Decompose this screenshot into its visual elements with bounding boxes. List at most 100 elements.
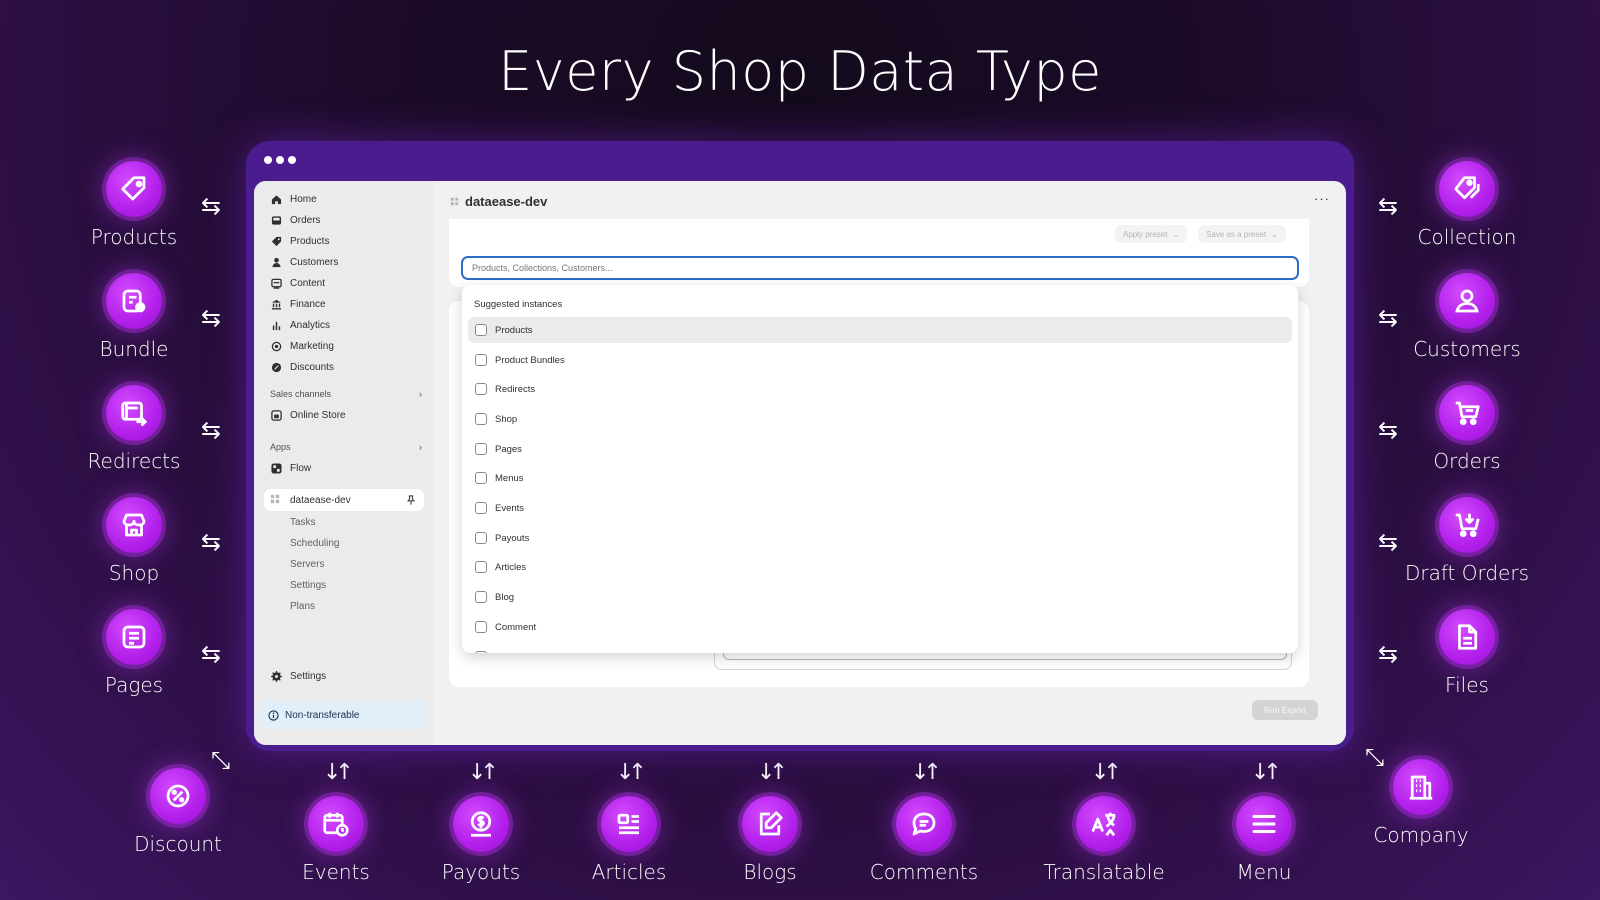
checkbox[interactable] <box>475 443 487 455</box>
sidebar-item-label: Discounts <box>290 361 334 373</box>
run-export-button[interactable]: Run Export <box>1252 700 1318 720</box>
subnav-settings[interactable]: Settings <box>290 580 326 591</box>
subnav-plans[interactable]: Plans <box>290 601 315 612</box>
sync-arrows-icon: ⇆ <box>201 416 222 444</box>
sidebar-item-discounts[interactable]: Discounts <box>264 357 424 377</box>
tag-icon <box>106 161 162 217</box>
sidebar-item-home[interactable]: Home <box>264 189 424 209</box>
checkbox[interactable] <box>475 591 487 603</box>
sync-arrows-icon: ⇆ <box>1378 192 1399 220</box>
apps-header[interactable]: Apps › <box>270 442 422 452</box>
menu-icon <box>1236 796 1292 852</box>
badge-translatable: Translatable <box>1039 796 1169 884</box>
save-preset-button[interactable]: Save as a preset ⌄ <box>1198 225 1286 243</box>
sales-channels-header[interactable]: Sales channels › <box>270 389 422 399</box>
sidebar-item-label: Settings <box>290 670 327 682</box>
instance-option[interactable]: Products <box>468 317 1292 343</box>
diagonal-arrows-icon: ⤡ <box>1365 743 1385 771</box>
vertical-arrows-icon: ↓↑ <box>468 760 499 785</box>
instance-option[interactable]: Payouts <box>468 525 1292 551</box>
window-dots <box>264 156 296 164</box>
sidebar-item-online-store[interactable]: Online Store <box>264 405 424 425</box>
badge-bundle: Bundle <box>69 273 199 361</box>
badge-company: Company <box>1356 759 1486 847</box>
sidebar-item-flow[interactable]: Flow <box>264 458 424 478</box>
sidebar-item-settings[interactable]: Settings <box>264 666 424 686</box>
browser-window: Home Orders Products Customers Content F… <box>246 141 1354 751</box>
badge-files: Files <box>1402 609 1532 697</box>
sidebar-item-label: Products <box>290 235 330 247</box>
badge-label: Draft Orders <box>1404 561 1530 585</box>
sidebar-item-dataease-dev[interactable]: dataease-dev <box>264 489 424 511</box>
option-label: Menus <box>495 472 524 484</box>
instance-option[interactable]: Comment <box>468 614 1292 640</box>
sidebar-item-content[interactable]: Content <box>264 273 424 293</box>
sidebar-item-finance[interactable]: Finance <box>264 294 424 314</box>
sync-arrows-icon: ⇆ <box>201 640 222 668</box>
checkbox[interactable] <box>475 621 487 633</box>
sidebar-item-marketing[interactable]: Marketing <box>264 336 424 356</box>
info-icon <box>268 709 279 721</box>
instance-option[interactable]: Redirects <box>468 376 1292 402</box>
person-icon <box>270 256 282 268</box>
cart-icon <box>1439 385 1495 441</box>
sidebar-item-products[interactable]: Products <box>264 231 424 251</box>
vertical-arrows-icon: ↓↑ <box>757 760 788 785</box>
badge-redirects: Redirects <box>69 385 199 473</box>
checkbox[interactable] <box>475 383 487 395</box>
instance-option[interactable]: Events <box>468 495 1292 521</box>
checkbox[interactable] <box>475 561 487 573</box>
apply-preset-button[interactable]: Apply preset ⌄ <box>1115 225 1188 243</box>
inbox-icon <box>270 214 282 226</box>
chat-bubble-icon <box>896 796 952 852</box>
sidebar-item-label: Finance <box>290 298 326 310</box>
checkbox[interactable] <box>475 472 487 484</box>
bar-chart-icon <box>270 319 282 331</box>
badge-label: Redirects <box>87 449 181 473</box>
sidebar-item-label: dataease-dev <box>290 494 351 506</box>
sidebar-item-orders[interactable]: Orders <box>264 210 424 230</box>
badge-customers: Customers <box>1402 273 1532 361</box>
instance-option[interactable]: Blog <box>468 584 1292 610</box>
option-label: Payouts <box>495 532 530 544</box>
checkbox[interactable] <box>475 651 487 653</box>
section-label: Sales channels <box>270 389 332 399</box>
app-grid-icon <box>270 494 282 506</box>
sync-arrows-icon: ⇆ <box>201 304 222 332</box>
pin-icon[interactable] <box>406 495 416 505</box>
redirect-icon <box>106 385 162 441</box>
sidebar: Home Orders Products Customers Content F… <box>254 181 434 745</box>
badge-blogs: Blogs <box>705 796 835 884</box>
target-icon <box>270 340 282 352</box>
search-input[interactable] <box>461 256 1299 280</box>
chevron-right-icon: › <box>419 442 422 452</box>
instance-option[interactable]: Product Bundles <box>468 347 1292 373</box>
subnav-servers[interactable]: Servers <box>290 559 324 570</box>
vertical-arrows-icon: ↓↑ <box>1091 760 1122 785</box>
sidebar-item-label: Orders <box>290 214 321 226</box>
badge-label: Menu <box>1236 860 1292 884</box>
instance-option[interactable]: Menus <box>468 465 1292 491</box>
instance-option[interactable]: Shop <box>468 406 1292 432</box>
banner-label: Non-transferable <box>285 709 360 721</box>
checkbox[interactable] <box>475 324 487 336</box>
dropdown-heading: Suggested instances <box>474 299 563 310</box>
sidebar-item-customers[interactable]: Customers <box>264 252 424 272</box>
section-label: Apps <box>270 442 291 452</box>
instance-option[interactable]: Articles <box>468 554 1292 580</box>
vertical-arrows-icon: ↓↑ <box>616 760 647 785</box>
checkbox[interactable] <box>475 413 487 425</box>
checkbox[interactable] <box>475 354 487 366</box>
more-actions-icon[interactable]: ··· <box>1314 191 1330 206</box>
instance-option[interactable]: Pages <box>468 436 1292 462</box>
checkbox[interactable] <box>475 532 487 544</box>
option-label: Pages <box>495 443 522 455</box>
sidebar-item-analytics[interactable]: Analytics <box>264 315 424 335</box>
flow-icon <box>270 462 282 474</box>
sidebar-item-label: Flow <box>290 462 312 474</box>
instance-option-partial[interactable] <box>468 644 1292 653</box>
subnav-tasks[interactable]: Tasks <box>290 517 316 528</box>
non-transferable-banner[interactable]: Non-transferable <box>260 701 426 729</box>
checkbox[interactable] <box>475 502 487 514</box>
subnav-scheduling[interactable]: Scheduling <box>290 538 339 549</box>
